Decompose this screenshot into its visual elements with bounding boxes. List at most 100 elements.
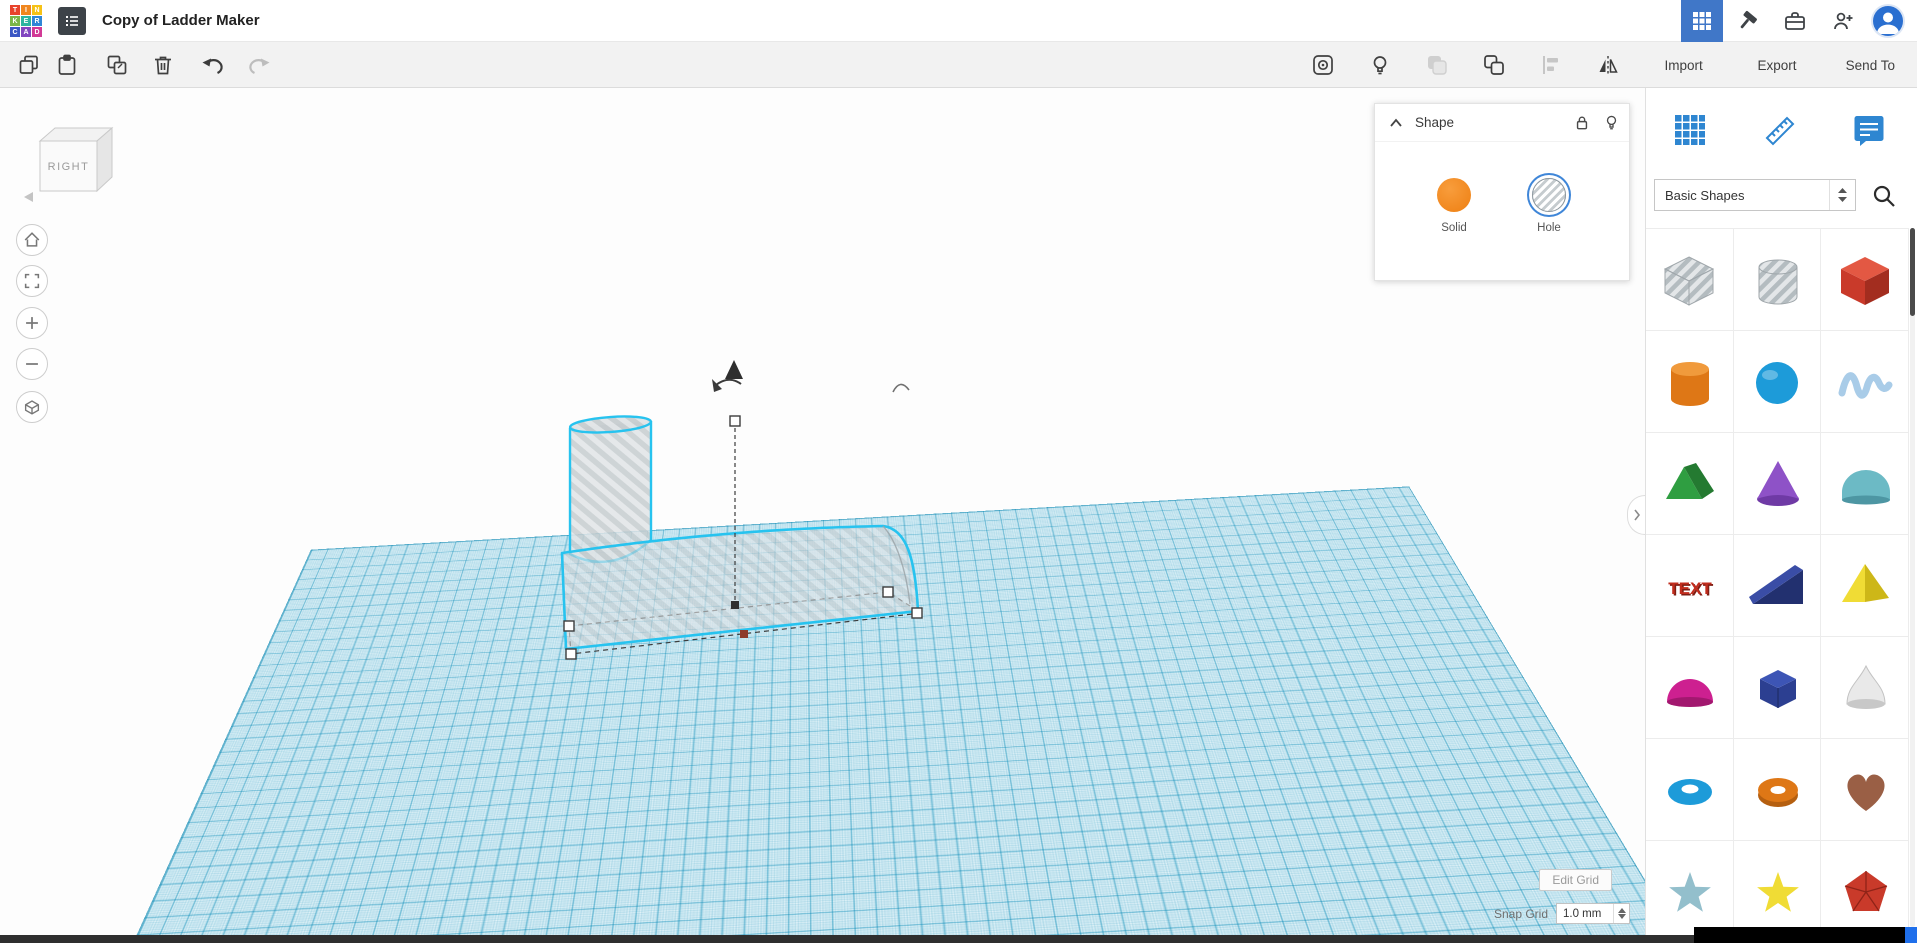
zoom-out-button[interactable] bbox=[16, 348, 48, 380]
transfer-actions: Import Export Send To bbox=[1637, 42, 1917, 88]
bright-button[interactable] bbox=[1363, 48, 1397, 82]
shape-sphere[interactable] bbox=[1733, 331, 1822, 433]
dashboard-grid-button[interactable] bbox=[1681, 0, 1723, 42]
community-button[interactable] bbox=[1819, 0, 1867, 42]
search-shapes-button[interactable] bbox=[1868, 180, 1900, 212]
tinker-button[interactable] bbox=[1723, 0, 1771, 42]
send-to-button[interactable]: Send To bbox=[1824, 58, 1917, 73]
collapse-panel-button[interactable] bbox=[1389, 118, 1403, 128]
design-title: Copy of Ladder Maker bbox=[102, 12, 260, 29]
scrollbar-thumb[interactable] bbox=[1910, 228, 1915, 316]
snap-grid-select[interactable]: 1.0 mm bbox=[1556, 903, 1630, 924]
shape-cone[interactable] bbox=[1733, 433, 1822, 535]
shape-inspector: Shape Solid Hole bbox=[1374, 103, 1630, 281]
shape-heart[interactable] bbox=[1821, 739, 1909, 841]
delete-button[interactable] bbox=[146, 48, 180, 82]
shape-wedge[interactable] bbox=[1733, 535, 1822, 637]
shape-text[interactable]: TEXT TEXT bbox=[1646, 535, 1734, 637]
shape-cylinder-hole[interactable] bbox=[1733, 229, 1822, 331]
workplane-tool-button[interactable] bbox=[1670, 110, 1710, 150]
orbit-arrow-icon[interactable] bbox=[24, 192, 33, 202]
rotate-handle[interactable] bbox=[712, 378, 742, 392]
shape-box-hole[interactable] bbox=[1646, 229, 1734, 331]
shape-round-roof[interactable] bbox=[1821, 433, 1909, 535]
hole-cylinder-object[interactable] bbox=[568, 414, 653, 564]
shape-pyramid[interactable] bbox=[1821, 535, 1909, 637]
show-all-icon bbox=[1313, 55, 1333, 75]
shape-panel-title: Shape bbox=[1415, 115, 1455, 130]
show-all-button[interactable] bbox=[1306, 48, 1340, 82]
hole-option[interactable]: Hole bbox=[1509, 178, 1589, 234]
tube-icon bbox=[1757, 777, 1798, 807]
shape-paraboloid[interactable] bbox=[1821, 637, 1909, 739]
bulb-icon bbox=[1606, 115, 1617, 130]
shape-polygon[interactable] bbox=[1733, 637, 1822, 739]
edit-grid-button[interactable]: Edit Grid bbox=[1539, 869, 1612, 891]
shape-scribble[interactable] bbox=[1821, 331, 1909, 433]
perspective-toggle-button[interactable] bbox=[16, 391, 48, 423]
rotate-handle-right[interactable] bbox=[892, 383, 910, 393]
fit-view-button[interactable] bbox=[16, 265, 48, 297]
solid-option[interactable]: Solid bbox=[1414, 178, 1494, 234]
cylinder-icon bbox=[1671, 361, 1710, 406]
perspective-cube-icon bbox=[24, 400, 40, 415]
shapes-panel: Basic Shapes TEXT TEXT bbox=[1645, 88, 1917, 935]
shape-half-sphere[interactable] bbox=[1646, 637, 1734, 739]
height-handle bbox=[729, 415, 741, 427]
paste-icon bbox=[58, 54, 76, 75]
user-avatar[interactable] bbox=[1873, 6, 1903, 36]
shape-star[interactable] bbox=[1646, 841, 1734, 935]
group-button[interactable] bbox=[1420, 48, 1454, 82]
export-button[interactable]: Export bbox=[1730, 58, 1823, 73]
hide-button[interactable] bbox=[1604, 114, 1619, 131]
zoom-in-button[interactable] bbox=[16, 307, 48, 339]
center-handle[interactable] bbox=[740, 630, 748, 638]
list-icon bbox=[66, 16, 78, 26]
category-stepper-icon bbox=[1829, 180, 1855, 210]
panel-scrollbar[interactable] bbox=[1910, 228, 1915, 927]
minus-icon bbox=[26, 363, 38, 365]
shape-category-dropdown[interactable]: Basic Shapes bbox=[1654, 179, 1856, 211]
lock-icon bbox=[1576, 116, 1588, 130]
box-hole-icon bbox=[1664, 255, 1715, 306]
spinner-down-icon bbox=[1617, 914, 1626, 919]
copy-button[interactable] bbox=[12, 48, 46, 82]
taskbar-fragment bbox=[1694, 927, 1905, 943]
heart-icon bbox=[1847, 774, 1885, 811]
ruler-tool-button[interactable] bbox=[1760, 110, 1800, 150]
shape-cylinder[interactable] bbox=[1646, 331, 1734, 433]
shape-torus[interactable] bbox=[1646, 739, 1734, 841]
mirror-button[interactable] bbox=[1591, 48, 1625, 82]
bottom-strip bbox=[0, 935, 1917, 943]
home-icon bbox=[24, 232, 40, 247]
lock-button[interactable] bbox=[1574, 114, 1590, 131]
projects-button[interactable] bbox=[1771, 0, 1819, 42]
notes-icon bbox=[1854, 116, 1884, 146]
mid-handle[interactable] bbox=[731, 601, 739, 609]
notes-tool-button[interactable] bbox=[1849, 110, 1889, 150]
shape-roof[interactable] bbox=[1646, 433, 1734, 535]
redo-button[interactable] bbox=[242, 48, 276, 82]
move-up-arrow[interactable] bbox=[725, 360, 743, 379]
align-button[interactable] bbox=[1534, 48, 1568, 82]
home-view-button[interactable] bbox=[16, 224, 48, 256]
shape-tube[interactable] bbox=[1733, 739, 1822, 841]
ungroup-icon bbox=[1484, 55, 1504, 75]
design-menu-button[interactable] bbox=[58, 7, 86, 35]
paste-button[interactable] bbox=[50, 48, 84, 82]
briefcase-icon bbox=[1785, 12, 1805, 30]
snap-grid-spinner[interactable] bbox=[1613, 904, 1629, 923]
duplicate-icon bbox=[107, 55, 127, 74]
redo-icon bbox=[249, 58, 270, 74]
ungroup-button[interactable] bbox=[1477, 48, 1511, 82]
tinkercad-logo[interactable]: TINKERCAD bbox=[10, 5, 42, 37]
view-cube[interactable]: RIGHT bbox=[20, 121, 130, 205]
undo-button[interactable] bbox=[196, 48, 230, 82]
shape-gem[interactable] bbox=[1821, 841, 1909, 935]
shape-star-yellow[interactable] bbox=[1733, 841, 1822, 935]
duplicate-button[interactable] bbox=[100, 48, 134, 82]
fit-view-icon bbox=[24, 273, 40, 289]
plus-icon bbox=[26, 317, 38, 329]
shape-box[interactable] bbox=[1821, 229, 1909, 331]
import-button[interactable]: Import bbox=[1637, 58, 1730, 73]
